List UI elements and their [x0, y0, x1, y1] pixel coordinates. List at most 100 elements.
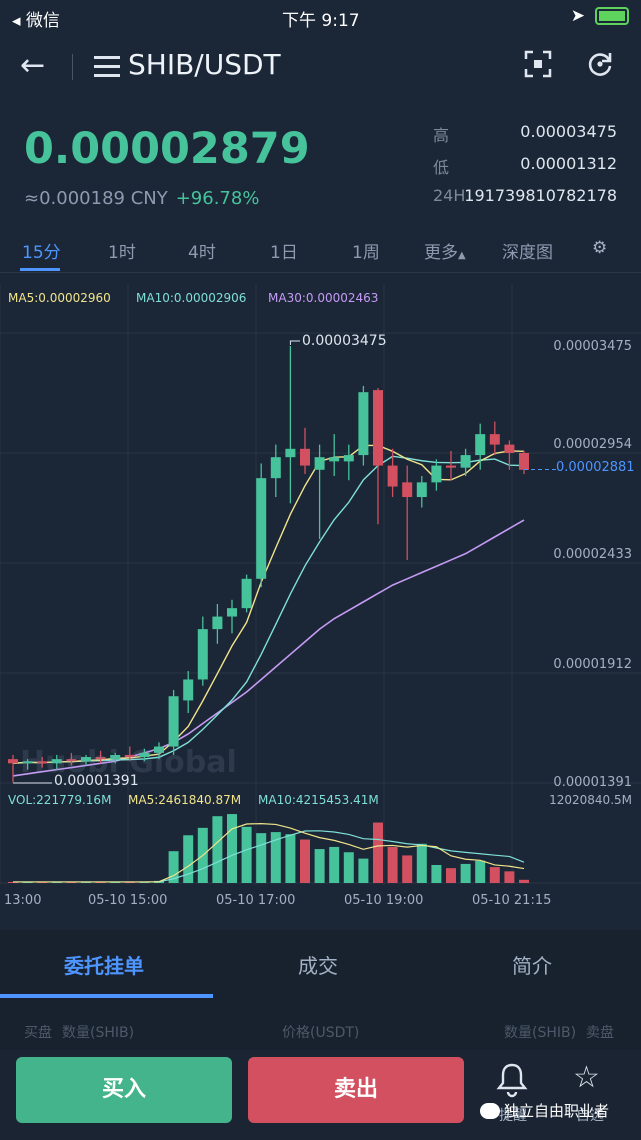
candle-body: [373, 390, 383, 466]
clock: 下午 9:17: [282, 11, 360, 31]
candle-body: [416, 482, 427, 498]
list-icon[interactable]: [94, 56, 120, 77]
x-tick: 05-10 19:00: [344, 893, 424, 908]
y-tick: 0.00002433: [553, 547, 632, 562]
vol-value: 191739810782178: [464, 186, 617, 205]
candle-body: [241, 578, 252, 609]
interval-tabs: 15分 1时 4时 1日 1周 更多▲ 深度图 ⚙: [0, 228, 641, 273]
ma30-line: [12, 519, 525, 777]
ma10-line: [12, 455, 525, 765]
volume-bar: [343, 852, 354, 883]
nav-bar: ← SHIB/USDT: [0, 34, 641, 100]
kline-chart[interactable]: MA5:0.00002960 MA10:0.00002906 MA30:0.00…: [0, 285, 641, 915]
section-tab-indicator: [0, 994, 213, 998]
volume-bar: [431, 864, 442, 883]
candle-body: [227, 608, 237, 617]
volume-bar: [227, 814, 237, 883]
volume-bar: [329, 846, 340, 883]
volume-bar: [416, 843, 427, 883]
candle-body: [8, 759, 18, 764]
candle-body: [285, 448, 296, 458]
current-price-tag: 0.00002881: [556, 460, 635, 475]
tab-depth[interactable]: 深度图: [502, 238, 553, 263]
candle-body: [183, 679, 194, 701]
volume-bar: [256, 833, 267, 883]
vol-ma5-legend: MA5:2461840.87M: [128, 793, 242, 807]
cny-value: ≈0.000189 CNY: [24, 188, 168, 209]
low-label: 低: [433, 158, 450, 177]
pair-title[interactable]: SHIB/USDT: [128, 48, 281, 81]
tab-intro[interactable]: 简介: [512, 950, 552, 979]
candle-body: [431, 465, 442, 483]
low-value: 0.00001312: [520, 154, 617, 173]
vol-label: 24H: [433, 186, 466, 205]
volume-bar: [402, 855, 413, 883]
star-icon[interactable]: ☆: [573, 1060, 600, 1095]
volume-bar: [241, 826, 252, 883]
sell-button[interactable]: 卖出: [248, 1057, 464, 1123]
tab-more[interactable]: 更多▲: [424, 238, 466, 263]
vol-ma10-legend: MA10:4215453.41M: [258, 793, 379, 807]
volume-bar: [446, 868, 456, 883]
ask-header: 卖盘: [586, 1025, 614, 1041]
wechat-watermark: 独立自由职业者: [480, 1100, 609, 1121]
tab-1h[interactable]: 1时: [108, 238, 136, 263]
scan-icon[interactable]: [524, 50, 552, 78]
vol-legend: VOL:221779.16M: [8, 793, 112, 807]
candle-body: [168, 696, 179, 747]
volume-bar: [285, 834, 296, 883]
watermark-text: 独立自由职业者: [504, 1102, 610, 1120]
carrier: ◂ 微信: [12, 11, 60, 31]
vol-max: 12020840.5M: [549, 793, 632, 807]
last-price: 0.00002879: [24, 124, 310, 174]
bid-qty-header: 数量(SHIB): [62, 1025, 135, 1041]
bid-header: 买盘: [24, 1025, 52, 1041]
location-icon: ➤: [570, 6, 585, 26]
y-tick: 0.00001912: [553, 657, 632, 672]
status-icons: ➤: [571, 6, 629, 26]
y-tick: 0.00001391: [553, 775, 632, 790]
volume-bar: [373, 822, 383, 883]
volume-bar: [212, 816, 223, 883]
back-arrow-icon[interactable]: ←: [20, 48, 45, 83]
ma5-line: [12, 444, 525, 765]
volume-bar: [504, 871, 515, 883]
bell-icon[interactable]: [495, 1062, 529, 1098]
candle-body: [446, 465, 456, 468]
settings-icon[interactable]: ⚙: [592, 238, 607, 258]
cny-price: ≈0.000189 CNY +96.78%: [24, 188, 259, 209]
status-bar: ◂ 微信 下午 9:17 ➤: [0, 0, 641, 34]
candle-body: [300, 448, 310, 466]
candle-body: [329, 457, 340, 462]
tab-15m[interactable]: 15分: [22, 238, 61, 263]
x-tick: 13:00: [4, 893, 42, 908]
high-marker-leader: [289, 340, 300, 345]
tab-trades[interactable]: 成交: [298, 950, 338, 979]
tab-1d[interactable]: 1日: [270, 238, 298, 263]
y-tick: 0.00002954: [553, 437, 632, 452]
x-tick: 05-10 15:00: [88, 893, 168, 908]
tab-4h[interactable]: 4时: [188, 238, 216, 263]
wechat-icon: [480, 1102, 500, 1119]
x-tick: 05-10 17:00: [216, 893, 296, 908]
buy-button[interactable]: 买入: [16, 1057, 232, 1123]
candle-body: [256, 478, 267, 579]
active-tab-indicator: [20, 268, 60, 271]
tab-more-label: 更多: [424, 243, 458, 263]
dropdown-icon: ▲: [458, 250, 466, 261]
tab-1w[interactable]: 1周: [352, 238, 380, 263]
candle-body: [402, 482, 413, 498]
high-value: 0.00003475: [520, 122, 617, 141]
candle-body: [343, 455, 354, 462]
candle-body: [504, 444, 515, 453]
refresh-icon[interactable]: [586, 50, 614, 78]
volume-bar: [300, 839, 310, 883]
candle-body: [197, 629, 208, 680]
bottom-bar: 买入 卖出 ☆ 提醒 自选 独立自由职业者: [0, 1050, 641, 1140]
volume-bar: [460, 863, 471, 883]
volume-bar: [183, 835, 194, 883]
tab-orders[interactable]: 委托挂单: [64, 950, 144, 979]
change-percent: +96.78%: [175, 188, 260, 209]
candle-body: [358, 392, 369, 456]
candle-body: [519, 452, 529, 470]
